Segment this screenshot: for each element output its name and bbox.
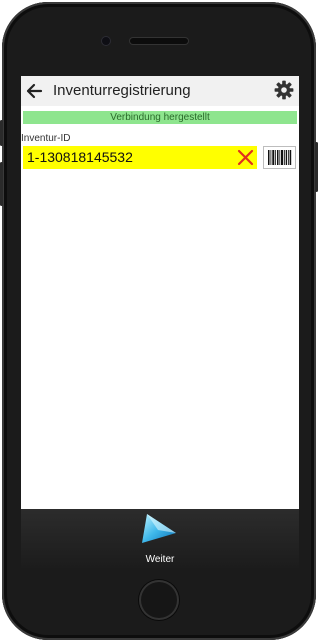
app-bar: Inventurregistrierung (21, 76, 299, 106)
home-button[interactable] (139, 580, 179, 620)
power-button (315, 142, 318, 192)
earpiece-speaker (130, 38, 188, 44)
gear-icon[interactable] (274, 80, 294, 100)
next-button-label: Weiter (145, 554, 175, 565)
app-screen: Inventurregistrierung Verbindung hergest… (21, 76, 299, 568)
connection-status-banner: Verbindung hergestellt (23, 111, 297, 124)
inventory-id-field[interactable]: 1-130818145532 (23, 146, 257, 169)
bottom-action-bar: Weiter (21, 509, 299, 568)
back-arrow-icon[interactable] (25, 82, 43, 100)
inventory-id-value[interactable]: 1-130818145532 (27, 149, 133, 165)
volume-up-button (0, 120, 3, 146)
volume-down-button (0, 162, 3, 206)
barcode-icon (268, 150, 292, 165)
next-button[interactable]: Weiter (129, 509, 191, 568)
page-title: Inventurregistrierung (53, 82, 191, 99)
play-triangle-icon (142, 514, 176, 543)
front-camera (102, 37, 110, 45)
inventory-id-label: Inventur-ID (21, 133, 71, 144)
scan-barcode-button[interactable] (263, 146, 296, 169)
close-icon[interactable] (237, 149, 254, 166)
